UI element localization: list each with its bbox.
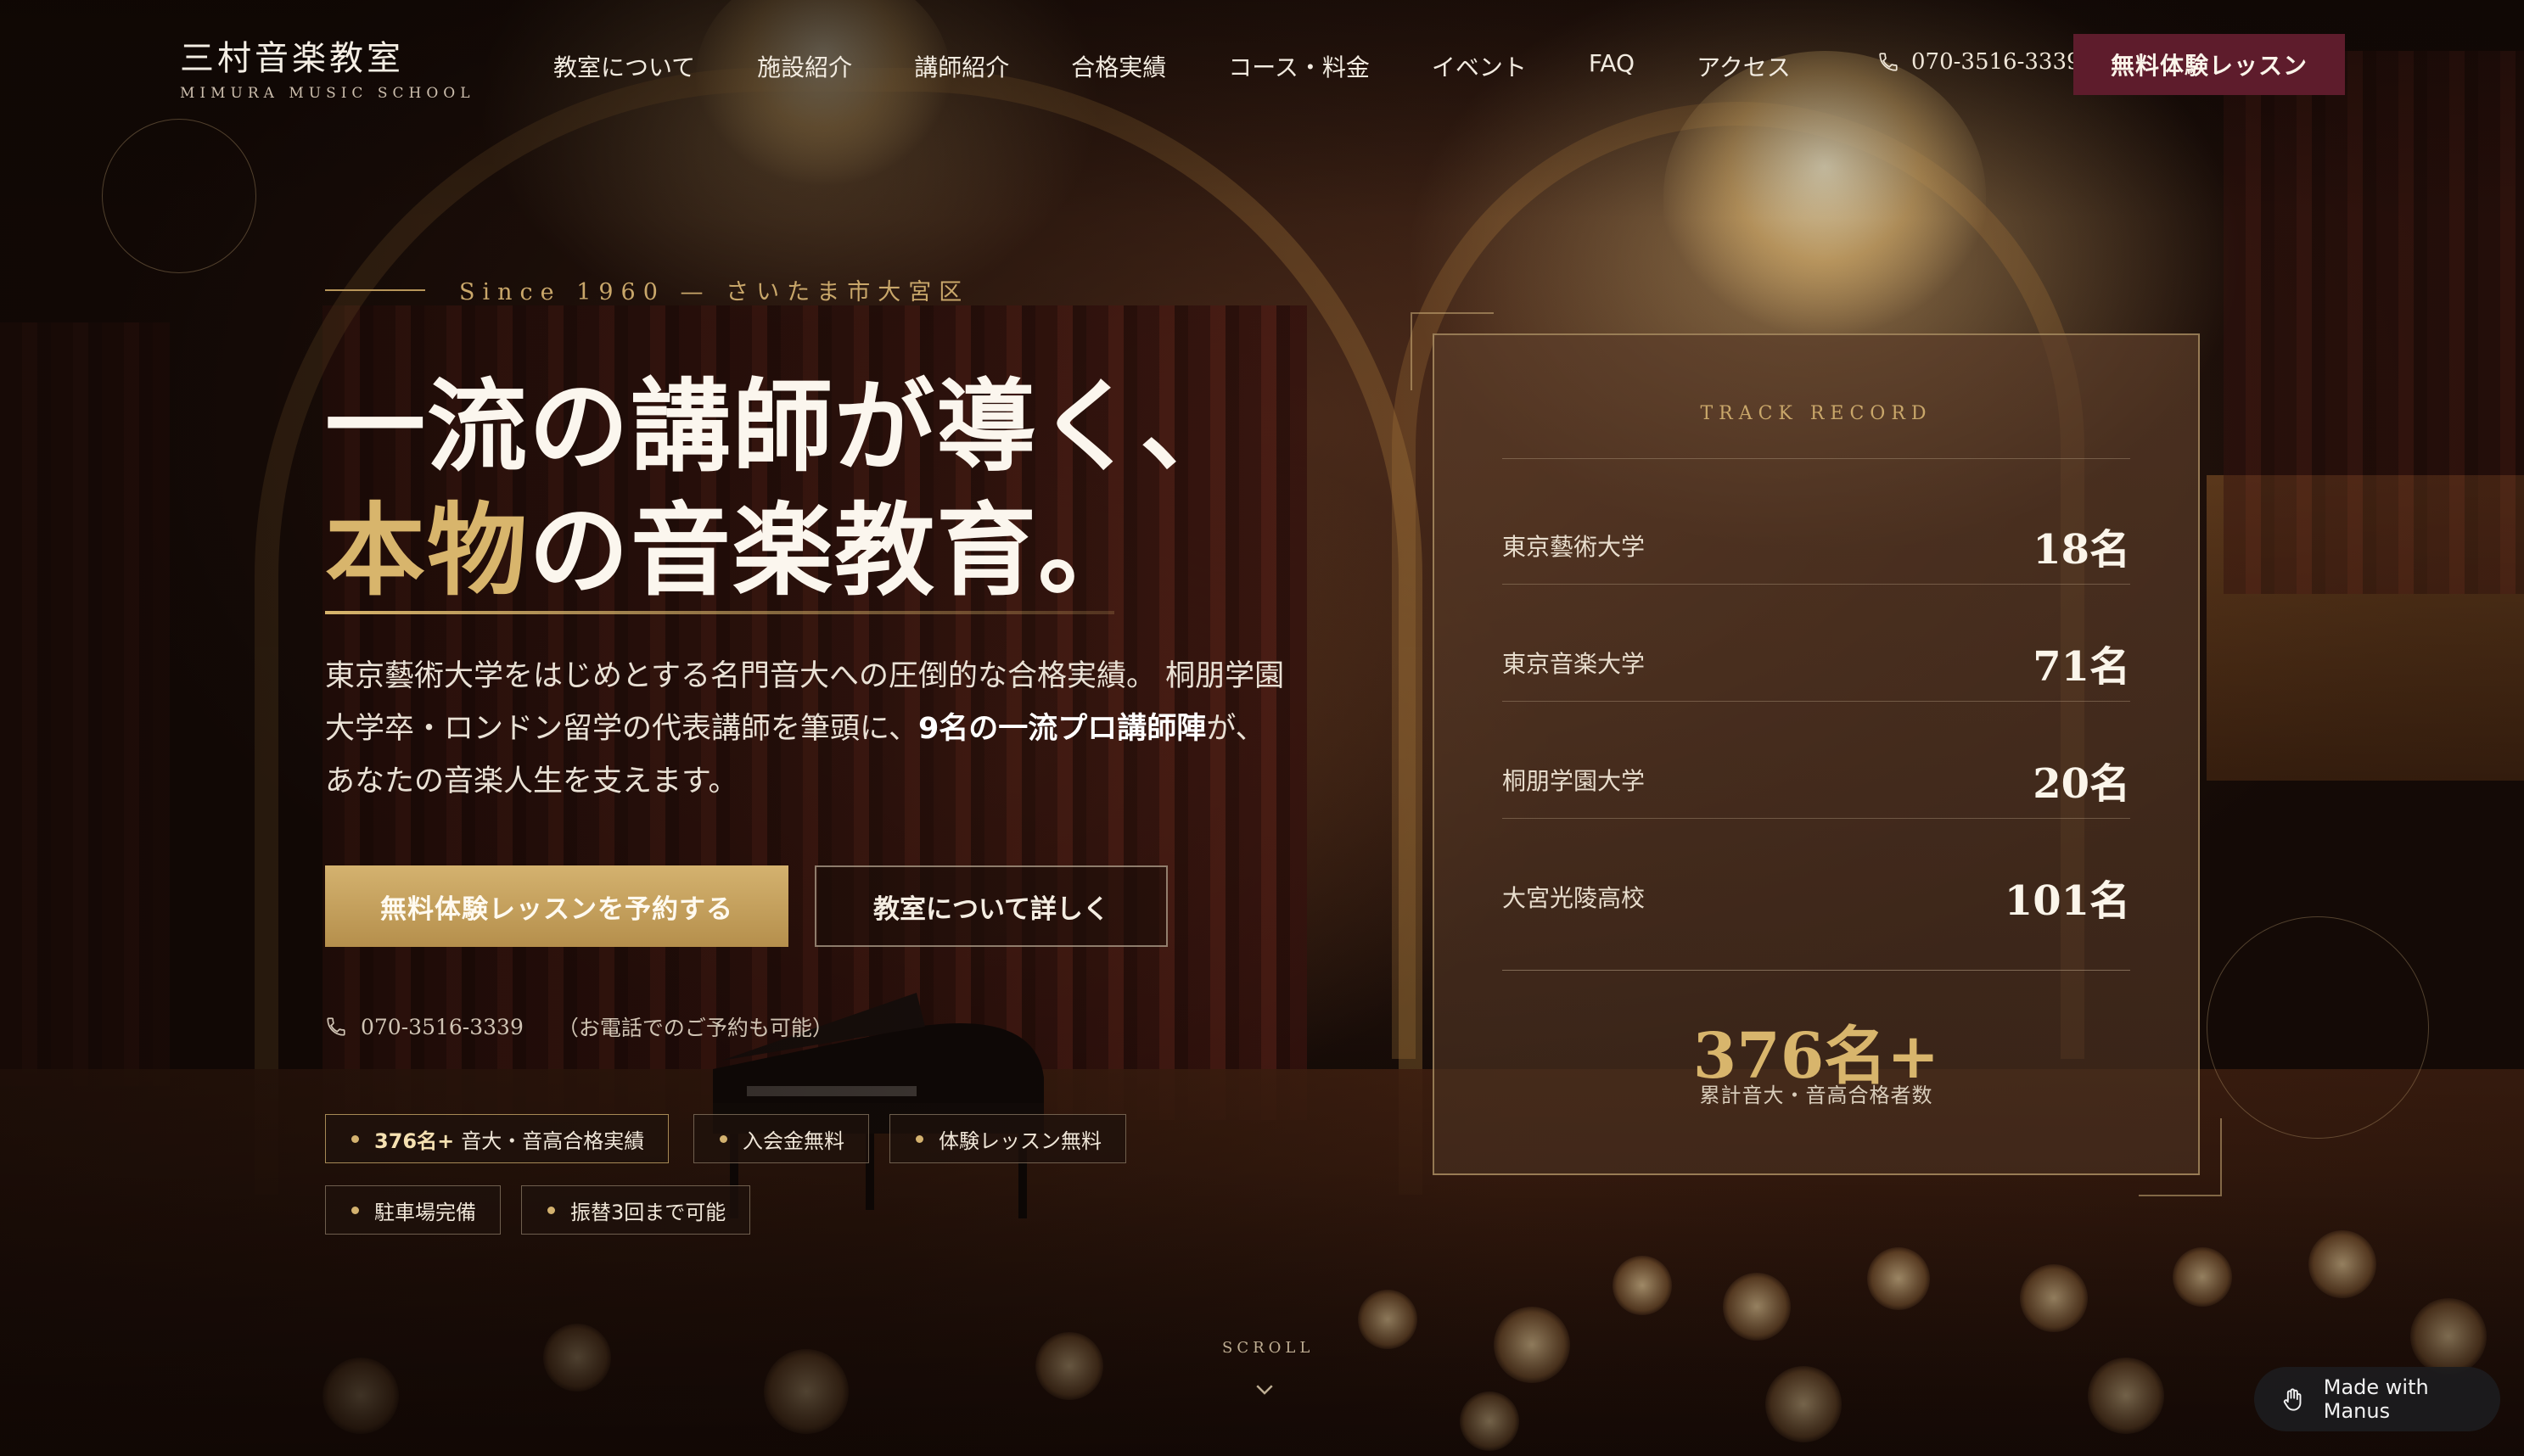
track-record-panel: TRACK RECORD 東京藝術大学 18名 東京音楽大学 71名 桐朋学園大… xyxy=(1433,333,2200,1175)
phone-icon xyxy=(1879,53,1898,71)
badge-dot xyxy=(351,1206,359,1214)
made-with-text: Made with Manus xyxy=(2323,1375,2429,1423)
hero-title-underline xyxy=(325,611,1114,614)
record-row: 大宮光陵高校 101名 xyxy=(1502,839,2130,955)
logo-japanese: 三村音楽教室 xyxy=(180,39,404,78)
learn-more-button[interactable]: 教室について詳しく xyxy=(815,865,1168,947)
hero-phone: 070-3516-3339 （お電話でのご予約も可能） xyxy=(325,1011,833,1042)
badge-label: 振替3回まで可能 xyxy=(570,1200,726,1224)
record-count: 20名 xyxy=(2033,760,2130,808)
badge-free-trial: 体験レッスン無料 xyxy=(889,1114,1126,1163)
hero-title: 一流の講師が導く、 本物の音楽教育。 xyxy=(325,365,1242,613)
scroll-indicator-label[interactable]: SCROLL xyxy=(1222,1339,1310,1357)
badge-no-entrance-fee: 入会金無料 xyxy=(693,1114,869,1163)
panel-divider xyxy=(1502,458,2130,459)
chevron-down-icon[interactable] xyxy=(1252,1376,1277,1402)
main-nav: 教室について 施設紹介 講師紹介 合格実績 コース・料金 イベント FAQ アク… xyxy=(553,49,1791,83)
hero-desc-bold: 9名の一流プロ講師陣 xyxy=(917,712,1207,746)
record-row: 東京藝術大学 18名 xyxy=(1502,488,2130,603)
record-row: 桐朋学園大学 20名 xyxy=(1502,722,2130,837)
track-record-label: TRACK RECORD xyxy=(1700,403,1932,424)
decorative-circle xyxy=(2207,916,2429,1139)
manus-hand-icon xyxy=(2283,1388,2302,1411)
record-count: 18名 xyxy=(2033,526,2130,574)
total-passers-label: 累計音大・音高合格者数 xyxy=(1699,1084,1933,1107)
badge-parking: 駐車場完備 xyxy=(325,1185,501,1235)
nav-item-access[interactable]: アクセス xyxy=(1697,49,1791,83)
hero-description: 東京藝術大学をはじめとする名門音大への圧倒的な合格実績。 桐朋学園大学卒・ロンド… xyxy=(325,650,1293,808)
panel-divider xyxy=(1502,818,2130,819)
badge-strong: 376名+ xyxy=(374,1128,455,1153)
hero-title-line1: 一流の講師が導く、 xyxy=(325,367,1242,485)
panel-divider xyxy=(1502,584,2130,585)
book-trial-lesson-button[interactable]: 無料体験レッスンを予約する xyxy=(325,865,788,947)
badge-label: 体験レッスン無料 xyxy=(939,1128,1102,1153)
badge-dot xyxy=(720,1134,727,1143)
nav-item-instructors[interactable]: 講師紹介 xyxy=(914,49,1009,83)
nav-item-about[interactable]: 教室について xyxy=(553,49,695,83)
decorative-circle xyxy=(102,119,256,273)
header-trial-lesson-button[interactable]: 無料体験レッスン xyxy=(2073,34,2345,95)
record-school: 桐朋学園大学 xyxy=(1502,767,1646,795)
hero-title-rest: の音楽教育。 xyxy=(529,491,1141,609)
record-row: 東京音楽大学 71名 xyxy=(1502,605,2130,720)
record-school: 東京音楽大学 xyxy=(1502,650,1646,678)
since-tagline: Since 1960 — さいたま市大宮区 xyxy=(325,273,969,306)
badge-label: 音大・音高合格実績 xyxy=(461,1128,645,1153)
nav-item-faq[interactable]: FAQ xyxy=(1589,49,1635,83)
panel-divider xyxy=(1502,701,2130,702)
record-school: 東京藝術大学 xyxy=(1502,533,1646,561)
logo-english: MIMURA MUSIC SCHOOL xyxy=(180,85,475,102)
nav-item-events[interactable]: イベント xyxy=(1432,49,1527,83)
since-divider xyxy=(325,288,425,291)
nav-item-facilities[interactable]: 施設紹介 xyxy=(757,49,852,83)
site-logo[interactable]: 三村音楽教室 MIMURA MUSIC SCHOOL xyxy=(180,31,474,102)
badge-dot xyxy=(547,1206,555,1214)
phone-icon xyxy=(327,1017,345,1036)
hero-phone-note: （お電話でのご予約も可能） xyxy=(557,1016,833,1040)
badge-dot xyxy=(916,1134,923,1143)
badge-makeup-lessons: 振替3回まで可能 xyxy=(521,1185,751,1235)
record-school: 大宮光陵高校 xyxy=(1502,884,1646,912)
badge-dot xyxy=(351,1134,359,1143)
hero-title-highlight: 本物 xyxy=(325,491,530,609)
badge-results: 376名+ 音大・音高合格実績 xyxy=(325,1114,670,1163)
record-count: 101名 xyxy=(2004,877,2130,925)
hero-title-line2: 本物の音楽教育。 xyxy=(325,489,1242,613)
made-with-manus-badge[interactable]: Made with Manus xyxy=(2254,1367,2500,1431)
panel-divider xyxy=(1502,970,2130,971)
record-count: 71名 xyxy=(2033,643,2130,691)
nav-item-courses[interactable]: コース・料金 xyxy=(1228,49,1370,83)
header-phone-link[interactable]: 070-3516-3339 xyxy=(1877,49,2081,75)
badge-label: 駐車場完備 xyxy=(374,1200,476,1224)
badge-label: 入会金無料 xyxy=(743,1128,844,1153)
nav-item-results[interactable]: 合格実績 xyxy=(1071,49,1166,83)
since-text: Since 1960 — さいたま市大宮区 xyxy=(459,279,970,305)
hero-phone-number[interactable]: 070-3516-3339 xyxy=(361,1015,524,1039)
header-phone-number: 070-3516-3339 xyxy=(1911,49,2081,75)
